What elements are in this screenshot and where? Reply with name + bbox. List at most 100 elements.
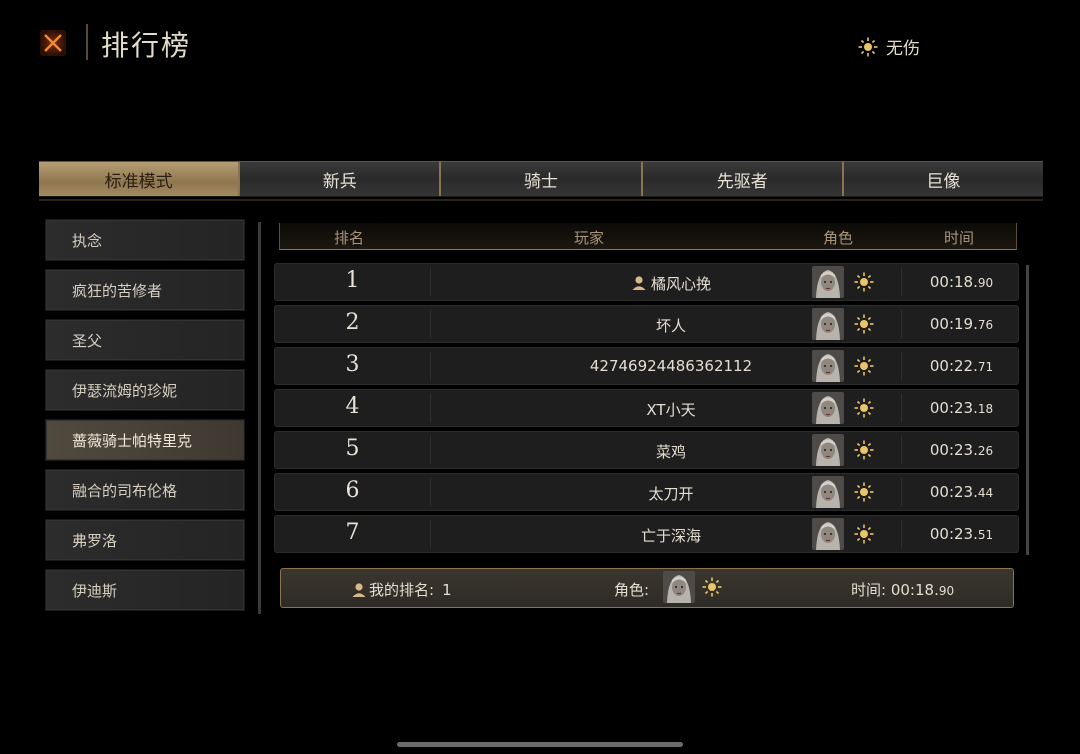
my-time-main: 00:18. — [890, 581, 939, 599]
player-name: 太刀开 — [648, 485, 694, 503]
rank-number: 6 — [345, 478, 360, 503]
player-icon — [352, 582, 366, 597]
player-header: 玩家 — [574, 229, 605, 247]
table-row[interactable]: 1 橘风心挽 00:18.90 — [274, 263, 1019, 301]
my-time-ms: 90 — [938, 584, 955, 598]
table-row[interactable]: 5 菜鸡 00:23.26 — [274, 431, 1019, 469]
time-main: 00:18. — [929, 273, 978, 291]
character-avatar — [812, 476, 844, 512]
rank-number: 3 — [345, 352, 360, 377]
my-role-label: 角色: — [614, 581, 650, 599]
boss-item[interactable]: 伊瑟流姆的珍妮 — [45, 369, 245, 411]
rank-number: 5 — [345, 436, 360, 461]
tab-divider — [39, 199, 1043, 201]
time-ms: 44 — [977, 486, 994, 500]
time-ms: 90 — [977, 276, 994, 290]
close-icon — [40, 30, 66, 56]
character-avatar — [812, 518, 844, 554]
column-divider — [901, 520, 902, 548]
clear-time: 00:23.26 — [903, 441, 1020, 459]
clear-time: 00:23.44 — [903, 483, 1020, 501]
title-divider — [86, 24, 88, 60]
character-avatar — [812, 350, 844, 386]
player-name: 亡于深海 — [640, 527, 701, 545]
column-divider — [901, 478, 902, 506]
rank-number: 1 — [345, 268, 360, 293]
time-main: 00:23. — [929, 399, 978, 417]
time-main: 00:23. — [929, 525, 978, 543]
tab-knight[interactable]: 骑士 — [441, 162, 643, 196]
sun-emblem-icon — [854, 356, 874, 380]
my-rank-bar: 我的排名: 1 角色: 时间: 00:18.90 — [280, 568, 1014, 608]
boss-item[interactable]: 伊迪斯 — [45, 569, 245, 611]
clear-time: 00:18.90 — [903, 273, 1020, 291]
time-ms: 76 — [977, 318, 994, 332]
player-name: 坏人 — [655, 317, 686, 335]
rank-number: 7 — [345, 520, 360, 545]
boss-item-selected[interactable]: 蔷薇骑士帕特里克 — [45, 419, 245, 461]
sun-emblem-icon — [854, 272, 874, 296]
rank-header: 排名 — [334, 229, 365, 247]
clear-time: 00:19.76 — [903, 315, 1020, 333]
time-main: 00:23. — [929, 483, 978, 501]
sun-emblem-icon — [854, 314, 874, 338]
column-divider — [901, 310, 902, 338]
boss-item[interactable]: 圣父 — [45, 319, 245, 361]
table-row[interactable]: 4 XT小天 00:23.18 — [274, 389, 1019, 427]
player-name: 菜鸡 — [655, 443, 686, 461]
rows-scrollbar[interactable] — [1026, 265, 1029, 555]
leaderboard-header: 排名 玩家 角色 时间 — [279, 223, 1017, 250]
difficulty-tabs: 标准模式 新兵 骑士 先驱者 巨像 — [39, 161, 1043, 197]
character-avatar — [812, 308, 844, 344]
column-divider — [901, 352, 902, 380]
table-row[interactable]: 2 坏人 00:19.76 — [274, 305, 1019, 343]
column-divider — [901, 394, 902, 422]
no-damage-mode: 无伤 — [858, 34, 920, 59]
table-row[interactable]: 3 42746924486362112 00:22.71 — [274, 347, 1019, 385]
rank-number: 4 — [345, 394, 360, 419]
player-name: 橘风心挽 — [650, 275, 711, 293]
character-avatar — [812, 392, 844, 428]
boss-list: 执念 疯狂的苦修者 圣父 伊瑟流姆的珍妮 蔷薇骑士帕特里克 融合的司布伦格 弗罗… — [45, 219, 245, 619]
time-ms: 26 — [977, 444, 994, 458]
time-main: 00:22. — [929, 357, 978, 375]
sidebar-scrollbar[interactable] — [258, 222, 261, 614]
column-divider — [901, 436, 902, 464]
leaderboard-rows: 1 橘风心挽 00:18.90 2 坏人 00:19.76 3 427469244863621… — [274, 263, 1019, 557]
tab-standard[interactable]: 标准模式 — [39, 162, 241, 196]
sun-emblem-icon — [702, 577, 722, 601]
player-icon — [631, 275, 651, 293]
boss-item[interactable]: 疯狂的苦修者 — [45, 269, 245, 311]
sun-emblem-icon — [854, 440, 874, 464]
table-row[interactable]: 7 亡于深海 00:23.51 — [274, 515, 1019, 553]
column-divider — [901, 268, 902, 296]
home-indicator[interactable] — [397, 742, 683, 747]
player-name: 42746924486362112 — [589, 357, 753, 375]
sun-emblem-icon — [858, 37, 878, 56]
tab-recruit[interactable]: 新兵 — [240, 162, 442, 196]
boss-item[interactable]: 融合的司布伦格 — [45, 469, 245, 511]
clear-time: 00:22.71 — [903, 357, 1020, 375]
mode-label: 无伤 — [886, 39, 920, 59]
table-row[interactable]: 6 太刀开 00:23.44 — [274, 473, 1019, 511]
tab-pioneer[interactable]: 先驱者 — [643, 162, 844, 196]
rank-number: 2 — [345, 310, 360, 335]
time-main: 00:19. — [929, 315, 978, 333]
clear-time: 00:23.18 — [903, 399, 1020, 417]
role-header: 角色 — [823, 229, 854, 247]
character-avatar — [663, 571, 695, 607]
tab-colossus[interactable]: 巨像 — [844, 162, 1043, 196]
my-time-label: 时间: — [851, 581, 887, 599]
my-time: 时间: 00:18.90 — [851, 579, 954, 600]
time-main: 00:23. — [929, 441, 978, 459]
page-title: 排行榜 — [101, 29, 192, 62]
boss-item[interactable]: 弗罗洛 — [45, 519, 245, 561]
boss-item[interactable]: 执念 — [45, 219, 245, 261]
my-rank: 我的排名: 1 — [351, 579, 452, 600]
character-avatar — [812, 266, 844, 302]
time-ms: 18 — [977, 402, 994, 416]
time-header: 时间 — [944, 229, 975, 247]
my-rank-label: 我的排名: — [369, 581, 435, 599]
close-button[interactable] — [36, 26, 70, 60]
my-rank-value: 1 — [442, 580, 452, 599]
